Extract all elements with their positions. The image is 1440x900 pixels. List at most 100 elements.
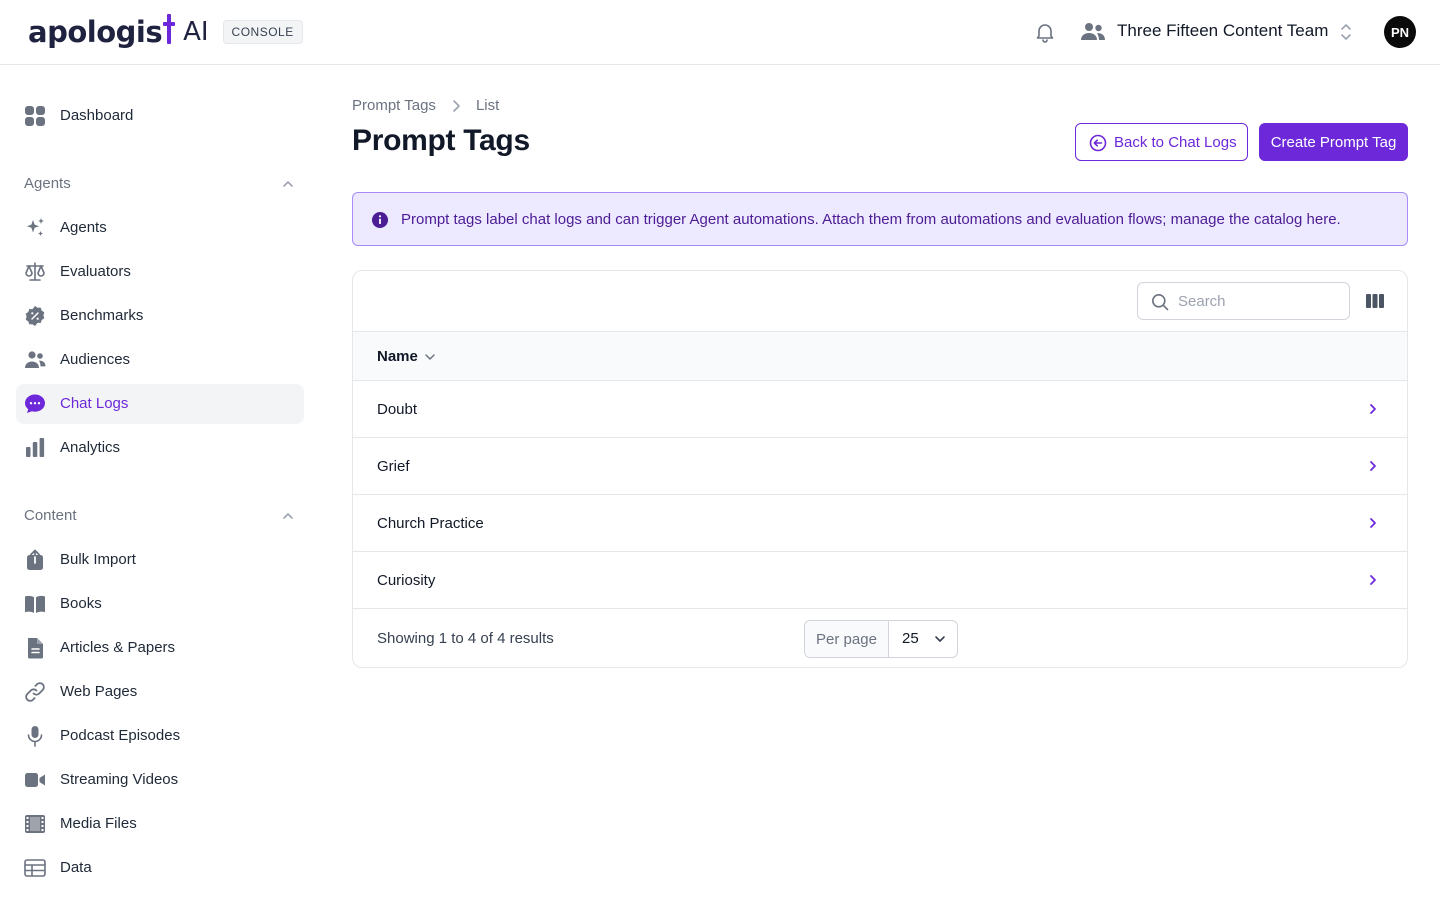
- sidebar-item-label: Articles & Papers: [60, 639, 176, 656]
- breadcrumb: Prompt Tags List: [352, 97, 499, 114]
- chevron-right-icon[interactable]: [1365, 401, 1381, 417]
- search-field[interactable]: [1137, 282, 1350, 320]
- chevron-down-icon[interactable]: [933, 632, 947, 646]
- chevron-up-icon: [280, 508, 296, 524]
- arrow-left-circle-icon: [1089, 134, 1107, 152]
- chevron-right-icon[interactable]: [1365, 515, 1381, 531]
- per-page-label: Per page: [805, 621, 889, 657]
- team-switcher[interactable]: Three Fifteen Content Team: [1117, 21, 1328, 41]
- app-logo[interactable]: apologis AI CONSOLE: [28, 14, 303, 50]
- sidebar-item-label: Media Files: [60, 815, 137, 832]
- sidebar-item-label: Web Pages: [60, 683, 138, 700]
- info-banner: Prompt tags label chat logs and can trig…: [352, 192, 1408, 246]
- per-page-select[interactable]: Per page 25: [804, 620, 958, 658]
- sidebar-item-label: Chat Logs: [60, 395, 129, 412]
- sidebar-item-analytics[interactable]: Analytics: [16, 428, 304, 468]
- table-header: Name: [353, 331, 1407, 381]
- microphone-icon: [24, 725, 46, 747]
- create-prompt-tag-button[interactable]: Create Prompt Tag: [1259, 123, 1408, 161]
- upload-icon: [24, 549, 46, 571]
- row-name: Grief: [377, 458, 410, 475]
- team-users-icon[interactable]: [1080, 20, 1106, 44]
- film-icon: [24, 813, 46, 835]
- chevron-right-icon: [448, 98, 464, 114]
- columns-toggle-icon[interactable]: [1365, 291, 1385, 311]
- row-name: Church Practice: [377, 515, 484, 532]
- sidebar-item-audiences[interactable]: Audiences: [16, 340, 304, 380]
- per-page-value[interactable]: 25: [902, 630, 919, 647]
- breadcrumb-item-prompt-tags[interactable]: Prompt Tags: [352, 97, 436, 114]
- column-header-name[interactable]: Name: [377, 348, 418, 365]
- info-banner-text: Prompt tags label chat logs and can trig…: [401, 211, 1341, 228]
- document-icon: [24, 637, 46, 659]
- sidebar-item-chat-logs[interactable]: Chat Logs: [16, 384, 304, 424]
- sidebar-item-label: Evaluators: [60, 263, 131, 280]
- sidebar-item-bulk-import[interactable]: Bulk Import: [16, 540, 304, 580]
- sidebar-item-label: Data: [60, 859, 92, 876]
- bell-icon[interactable]: [1033, 20, 1057, 44]
- sidebar-item-label: Analytics: [60, 439, 121, 456]
- scale-icon: [24, 261, 46, 283]
- sidebar-item-benchmarks[interactable]: Benchmarks: [16, 296, 304, 336]
- sidebar-item-dashboard[interactable]: Dashboard: [16, 96, 304, 136]
- table-row[interactable]: Grief: [353, 438, 1407, 495]
- sidebar-item-label: Streaming Videos: [60, 771, 179, 788]
- back-to-chat-logs-button[interactable]: Back to Chat Logs: [1075, 123, 1248, 161]
- sidebar-item-label: Bulk Import: [60, 551, 136, 568]
- sidebar-item-articles-papers[interactable]: Articles & Papers: [16, 628, 304, 668]
- book-icon: [24, 593, 46, 615]
- chevron-up-icon: [280, 176, 296, 192]
- sidebar-item-label: Dashboard: [60, 107, 134, 124]
- table-row[interactable]: Doubt: [353, 381, 1407, 438]
- page-title: Prompt Tags: [352, 124, 530, 157]
- back-button-label: Back to Chat Logs: [1114, 134, 1237, 151]
- table-row[interactable]: Church Practice: [353, 495, 1407, 552]
- sidebar-item-data[interactable]: Data: [16, 848, 304, 888]
- dashboard-icon: [24, 105, 46, 127]
- sidebar-item-evaluators[interactable]: Evaluators: [16, 252, 304, 292]
- table-icon: [24, 857, 46, 879]
- users-icon: [24, 349, 46, 371]
- chat-bubble-icon: [24, 393, 46, 415]
- link-icon: [24, 681, 46, 703]
- sidebar-item-label: Audiences: [60, 351, 131, 368]
- sidebar-item-podcast-episodes[interactable]: Podcast Episodes: [16, 716, 304, 756]
- sidebar-item-label: Agents: [60, 219, 107, 236]
- sidebar-item-streaming-videos[interactable]: Streaming Videos: [16, 760, 304, 800]
- sidebar-item-books[interactable]: Books: [16, 584, 304, 624]
- cross-icon: [163, 14, 176, 44]
- section-content-toggle[interactable]: Content: [24, 504, 296, 528]
- row-name: Doubt: [377, 401, 418, 418]
- section-agents-toggle[interactable]: Agents: [24, 172, 296, 196]
- sidebar-item-agents[interactable]: Agents: [16, 208, 304, 248]
- chevron-right-icon[interactable]: [1365, 572, 1381, 588]
- chevron-up-down-icon[interactable]: [1338, 22, 1354, 42]
- sidebar-item-label: Benchmarks: [60, 307, 144, 324]
- console-badge: CONSOLE: [222, 20, 303, 44]
- sidebar: Dashboard Agents Agents Evaluators Bench…: [0, 65, 320, 900]
- logo-wordmark: apologis: [28, 15, 163, 49]
- info-icon: [371, 211, 389, 229]
- video-camera-icon: [24, 769, 46, 791]
- logo-ai-suffix: AI: [183, 17, 209, 47]
- section-title: Agents: [24, 175, 71, 192]
- results-summary: Showing 1 to 4 of 4 results: [377, 630, 554, 647]
- sidebar-item-label: Podcast Episodes: [60, 727, 181, 744]
- search-input[interactable]: [1178, 291, 1338, 311]
- row-name: Curiosity: [377, 572, 436, 589]
- sidebar-item-web-pages[interactable]: Web Pages: [16, 672, 304, 712]
- bar-chart-icon: [24, 437, 46, 459]
- prompt-tags-table-card: Name Doubt Grief Church Practice Curiosi…: [352, 270, 1408, 668]
- top-bar: apologis AI CONSOLE Three Fifteen Conten…: [0, 0, 1440, 65]
- section-title: Content: [24, 507, 77, 524]
- avatar[interactable]: PN: [1384, 16, 1416, 48]
- table-row[interactable]: Curiosity: [353, 552, 1407, 609]
- sidebar-item-label: Books: [60, 595, 102, 612]
- sidebar-item-media-files[interactable]: Media Files: [16, 804, 304, 844]
- breadcrumb-item-list: List: [475, 97, 500, 114]
- search-icon: [1151, 293, 1169, 311]
- chevron-down-icon[interactable]: [423, 350, 437, 364]
- sparkles-icon: [24, 217, 46, 239]
- chevron-right-icon[interactable]: [1365, 458, 1381, 474]
- badge-percent-icon: [24, 305, 46, 327]
